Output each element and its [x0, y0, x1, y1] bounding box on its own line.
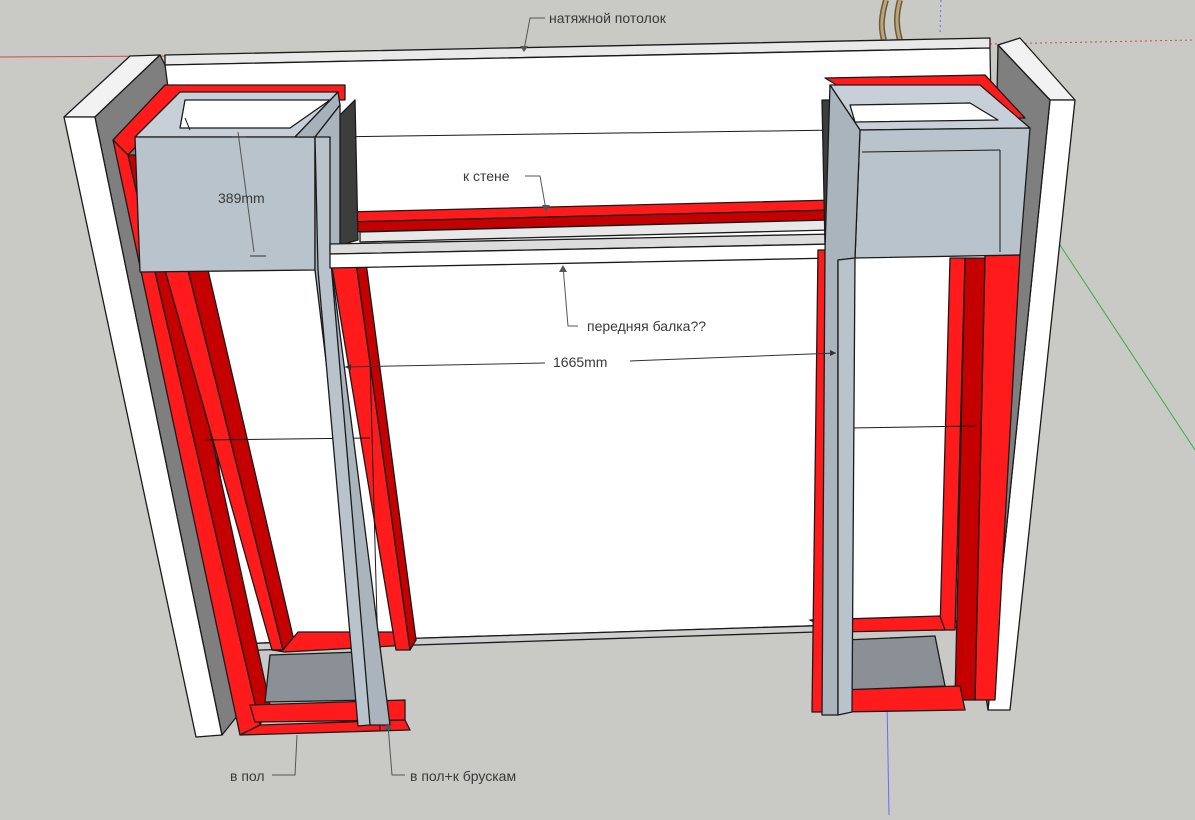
label-front-beam: передняя балка?? [587, 318, 706, 334]
dimension-width: 1665mm [553, 354, 607, 370]
cable-bundle [878, 0, 903, 41]
label-stretch-ceiling: натяжной потолок [549, 10, 667, 26]
label-to-wall: к стене [463, 168, 510, 184]
dimension-height: 389mm [218, 190, 265, 206]
sketchup-viewport[interactable]: натяжной потолок к стене передняя балка?… [0, 0, 1195, 816]
label-to-floor-bars: в пол+к брускам [410, 768, 516, 784]
model-drawing: натяжной потолок к стене передняя балка?… [0, 0, 1195, 816]
label-to-floor: в пол [230, 768, 265, 784]
